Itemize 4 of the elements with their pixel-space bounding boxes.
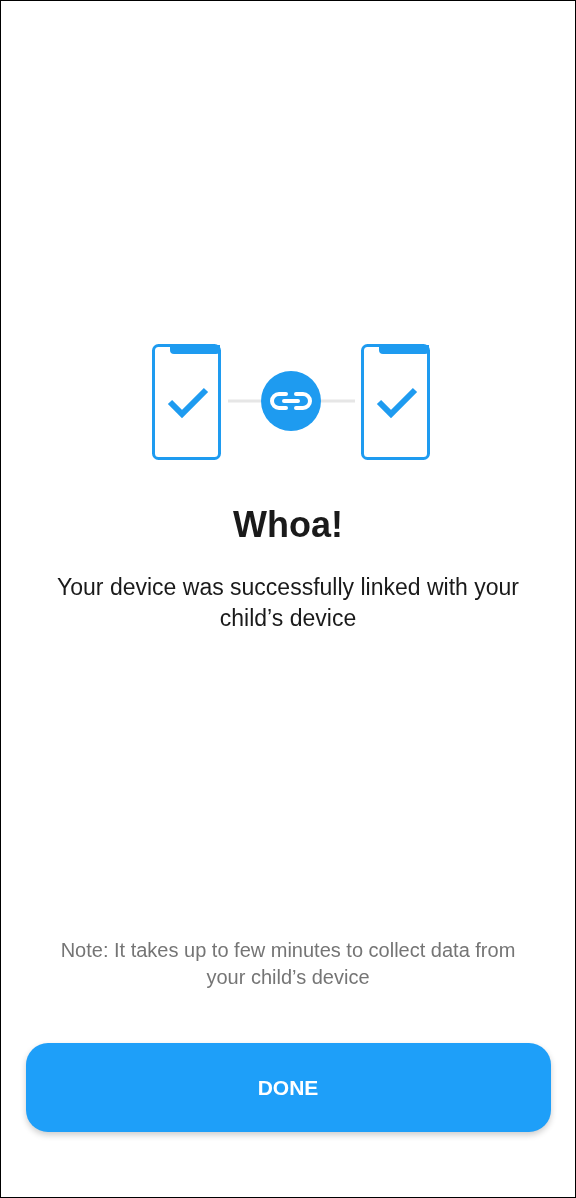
done-button[interactable]: DONE	[25, 1043, 551, 1132]
message: Your device was successfully linked with your child’s device	[56, 573, 520, 633]
note: Note: It takes up to few minutes to collect data from your child’s device	[59, 938, 517, 990]
title: Whoa!	[233, 503, 343, 547]
